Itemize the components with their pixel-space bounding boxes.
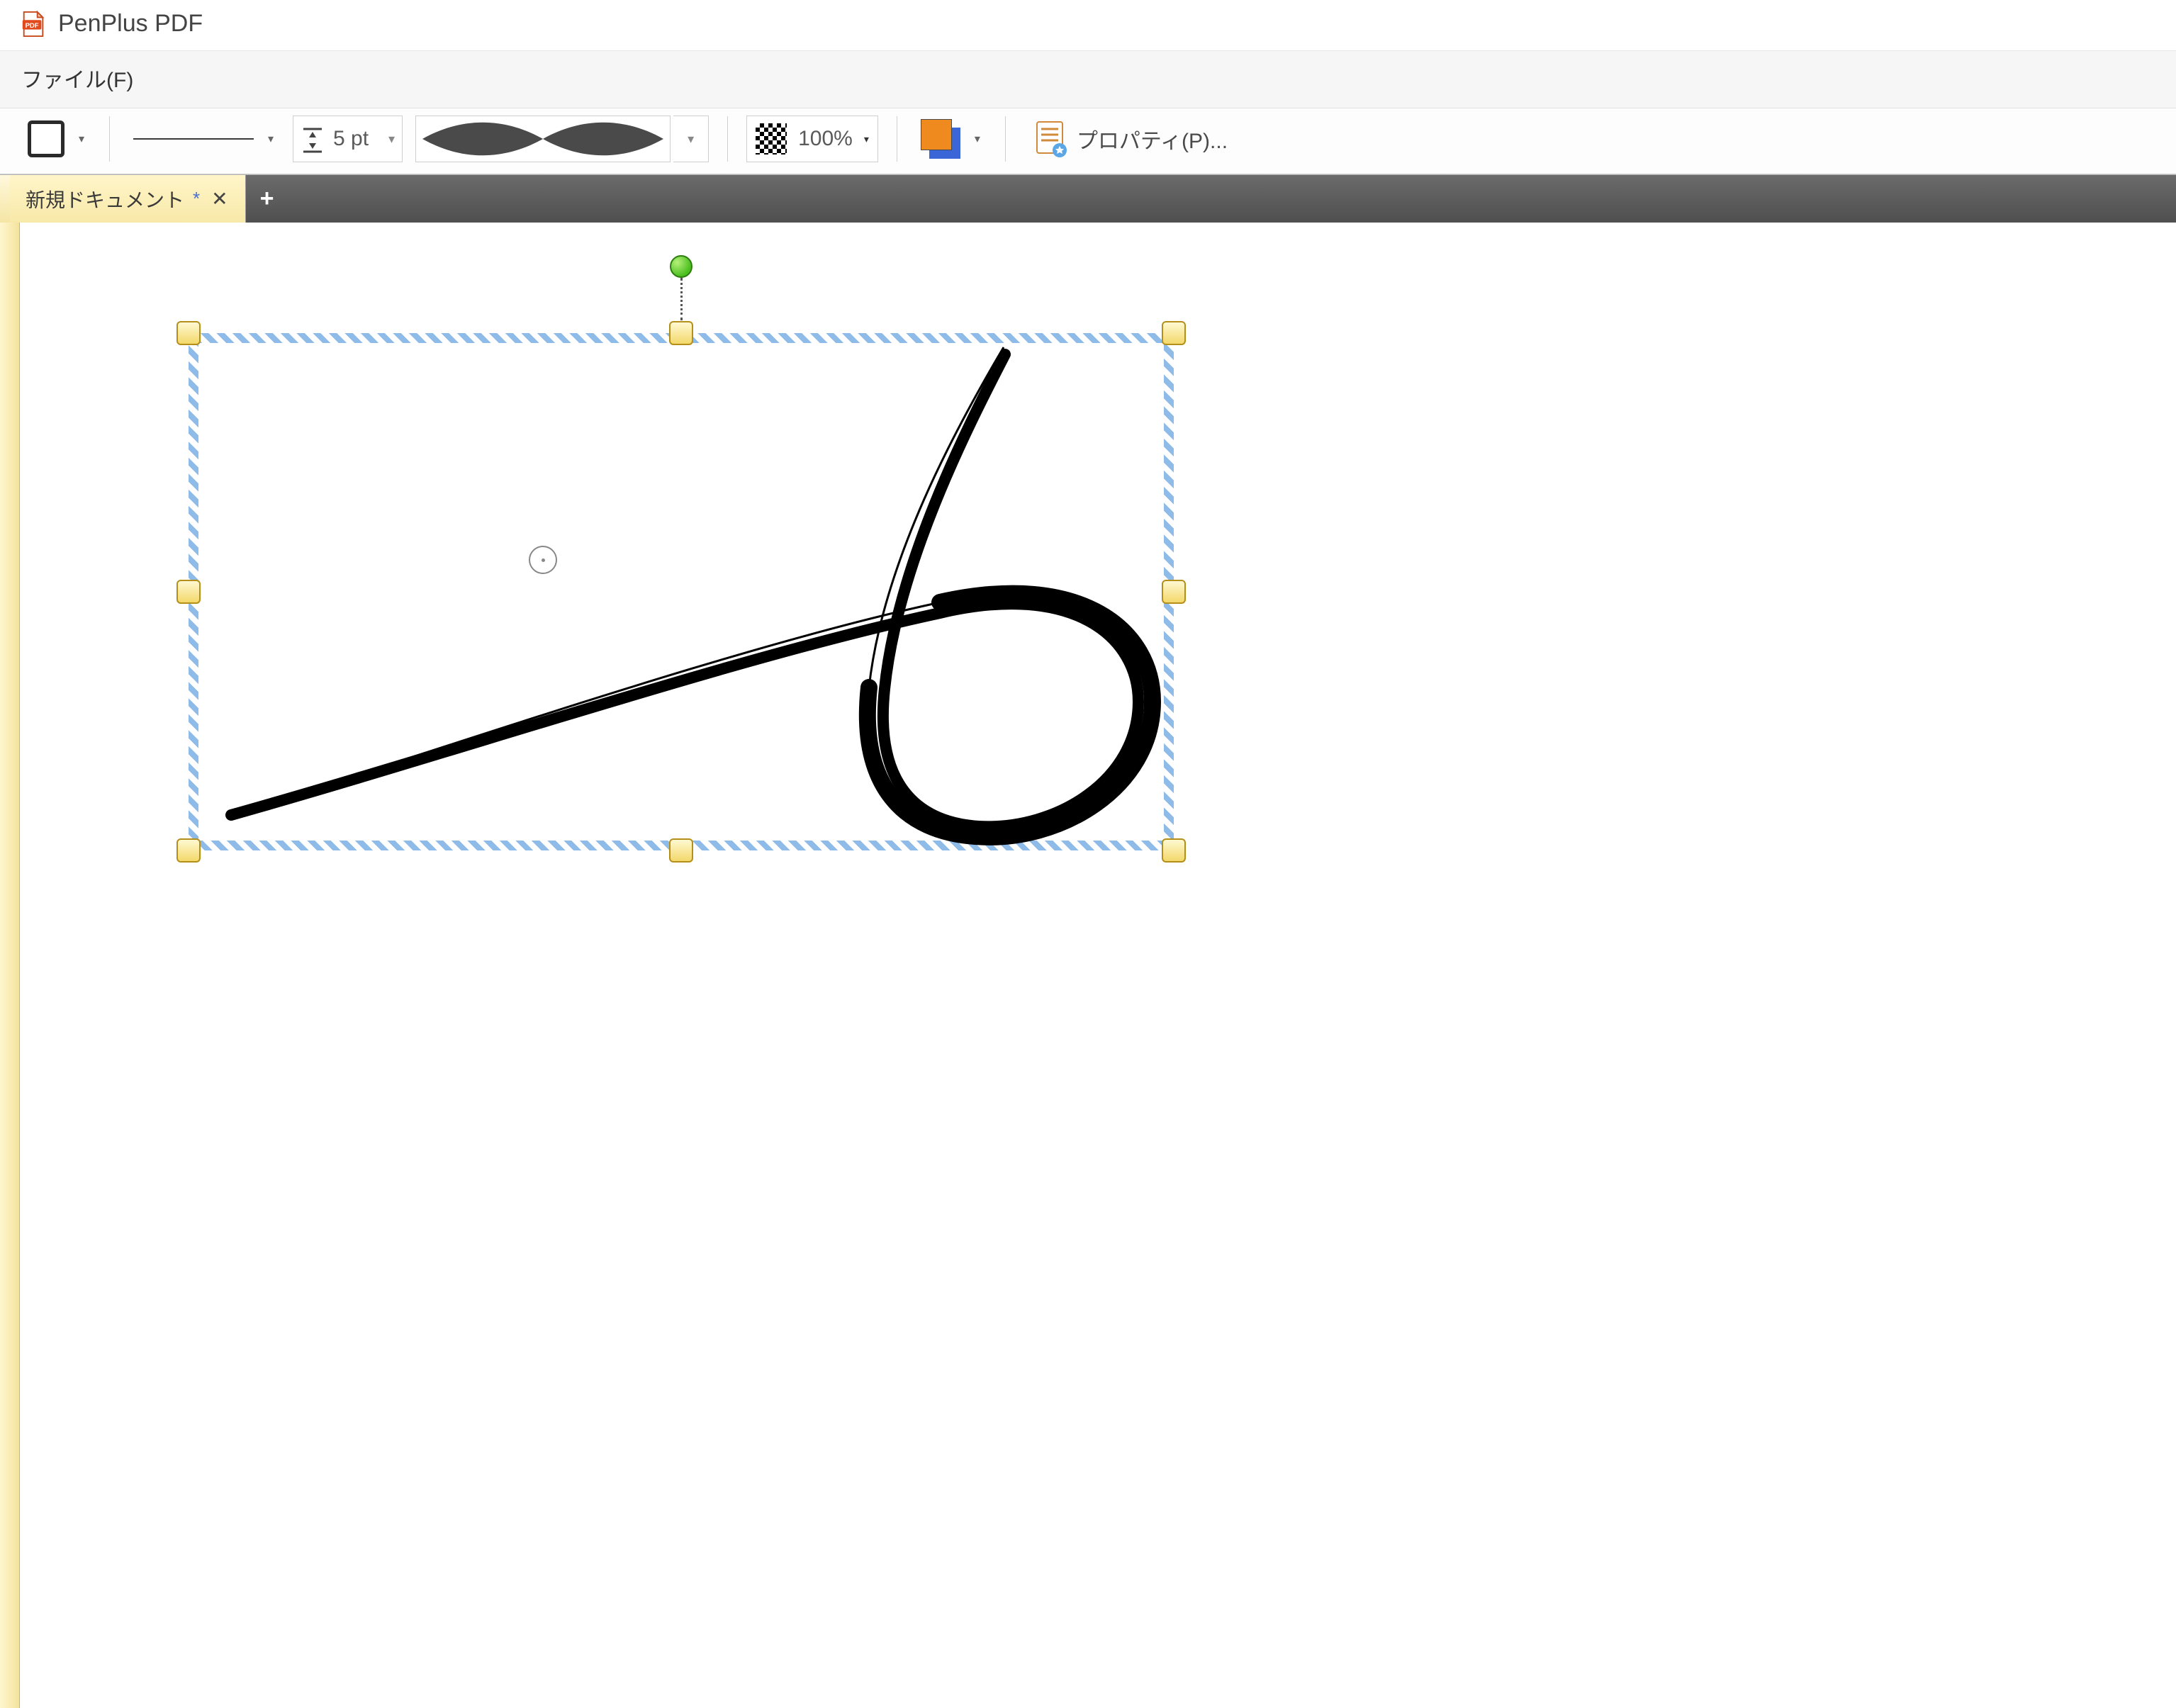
line-style-tool[interactable] [128, 116, 259, 162]
new-tab-button[interactable]: + [246, 175, 288, 223]
color-swatch-icon [921, 119, 960, 159]
color-tool[interactable] [916, 116, 965, 162]
resize-handle-tm[interactable] [669, 321, 693, 345]
resize-handle-tl[interactable] [176, 321, 201, 345]
chevron-down-icon [864, 133, 869, 145]
pivot-point[interactable] [529, 546, 557, 574]
tool-opacity-group: 100% [742, 116, 882, 162]
rectangle-icon [28, 120, 65, 157]
line-weight-value: 5 pt [330, 127, 380, 151]
tab-close-button[interactable]: ✕ [207, 187, 232, 210]
resize-handle-tr[interactable] [1162, 321, 1186, 345]
plus-icon: + [260, 185, 274, 213]
opacity-icon [756, 123, 787, 154]
stroke-pressure-select[interactable] [415, 116, 671, 162]
tool-line-group [124, 116, 284, 162]
rotation-connector [680, 278, 683, 320]
tab-document[interactable]: 新規ドキュメント * ✕ [10, 175, 246, 223]
stroke-pressure-dropdown[interactable] [673, 116, 709, 162]
color-dropdown[interactable] [968, 116, 987, 162]
opacity-select[interactable]: 100% [746, 116, 878, 162]
front-color-swatch [921, 119, 952, 150]
line-weight-select[interactable]: 5 pt [293, 116, 403, 162]
app-title: PenPlus PDF [58, 10, 203, 38]
selection-box[interactable] [189, 333, 1174, 850]
resize-handle-br[interactable] [1162, 838, 1186, 863]
tabstrip-leading [0, 175, 10, 223]
pdf-app-icon: PDF [20, 11, 47, 38]
resize-handle-mr[interactable] [1162, 580, 1186, 604]
shape-dropdown[interactable] [72, 116, 91, 162]
svg-text:PDF: PDF [26, 21, 39, 29]
pressure-curve-icon [419, 121, 667, 157]
toolbar-separator [727, 116, 728, 162]
line-weight-icon [303, 125, 322, 153]
tabstrip: 新規ドキュメント * ✕ + [0, 174, 2176, 223]
tab-dirty-indicator: * [193, 188, 200, 210]
tab-label: 新規ドキュメント [26, 185, 184, 213]
tool-color-group [912, 116, 991, 162]
ink-stroke[interactable] [189, 333, 1174, 850]
rotation-handle[interactable] [670, 255, 692, 278]
shape-tool[interactable] [23, 116, 69, 162]
resize-handle-bl[interactable] [176, 838, 201, 863]
toolbar-separator [1005, 116, 1006, 162]
resize-handle-bm[interactable] [669, 838, 693, 863]
tool-lineweight-group: 5 pt [288, 116, 407, 162]
titlebar: PDF PenPlus PDF [0, 0, 2176, 51]
canvas[interactable] [20, 241, 2176, 1708]
tool-stroke-shape-group [411, 116, 713, 162]
properties-button[interactable]: プロパティ(P)... [1024, 116, 1236, 162]
toolbar-separator [109, 116, 110, 162]
opacity-value: 100% [794, 127, 857, 151]
tool-shape-group [18, 116, 95, 162]
properties-icon [1033, 120, 1067, 157]
properties-label: プロパティ(P)... [1077, 123, 1228, 154]
menubar: ファイル(F) [0, 51, 2176, 108]
line-style-dropdown[interactable] [262, 116, 280, 162]
menu-file[interactable]: ファイル(F) [14, 58, 140, 98]
chevron-down-icon [388, 132, 395, 147]
toolbar: 5 pt 100% [0, 108, 2176, 174]
line-icon [133, 138, 254, 140]
resize-handle-ml[interactable] [176, 580, 201, 604]
tool-properties-group: プロパティ(P)... [1020, 116, 1240, 162]
